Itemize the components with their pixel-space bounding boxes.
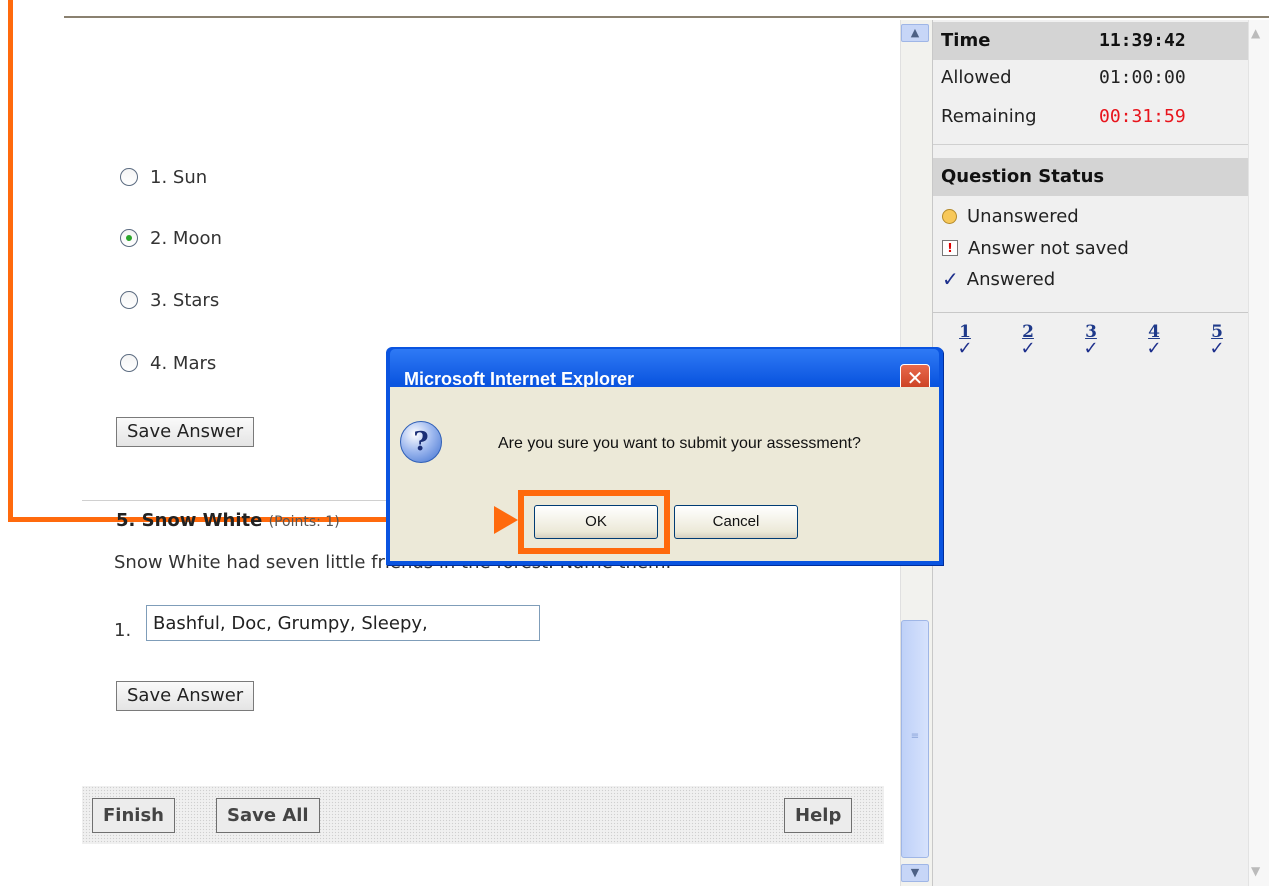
legend-unanswered: Unanswered: [942, 201, 1079, 231]
warning-icon: !: [942, 240, 958, 256]
allowed-time: 01:00:00: [1099, 67, 1186, 88]
annotation-arrowhead: [494, 506, 518, 534]
answer-option[interactable]: 2. Moon: [120, 225, 222, 251]
question-icon: ?: [400, 421, 442, 463]
status-header: Question Status: [933, 158, 1249, 196]
checkmark-icon: ✓: [957, 338, 973, 359]
cancel-button[interactable]: Cancel: [674, 505, 798, 539]
option-label: Sun: [172, 166, 208, 188]
dialog-message: Are you sure you want to submit your ass…: [498, 435, 861, 452]
panel-divider: [933, 312, 1249, 313]
annotation-highlight-box: [518, 490, 670, 554]
panel-scrollbar[interactable]: [1248, 20, 1269, 886]
checkmark-icon: ✓: [1020, 338, 1036, 359]
checkmark-icon: ✓: [1209, 338, 1225, 359]
panel-divider: [933, 144, 1249, 145]
finish-button[interactable]: Finish: [92, 798, 175, 833]
save-all-button[interactable]: Save All: [216, 798, 320, 833]
question-link[interactable]: 1 ✓: [950, 322, 980, 359]
radio-button[interactable]: [120, 168, 138, 186]
option-label: Stars: [172, 289, 220, 311]
allowed-label: Allowed: [941, 67, 1012, 88]
question-title: 5. Snow White (Points: 1): [116, 510, 340, 531]
answer-option[interactable]: 4. Mars: [120, 350, 216, 376]
help-button[interactable]: Help: [784, 798, 853, 833]
option-label: Mars: [172, 352, 217, 374]
grip-icon: ≡: [910, 731, 920, 742]
scroll-down-icon[interactable]: ▼: [901, 864, 929, 882]
save-answer-button[interactable]: Save Answer: [116, 417, 255, 447]
question-points: (Points: 1): [268, 514, 340, 530]
question-link[interactable]: 3 ✓: [1076, 322, 1106, 359]
panel-scroll-down-icon[interactable]: ▼: [1251, 864, 1260, 878]
save-answer-button[interactable]: Save Answer: [116, 681, 255, 711]
scroll-up-icon[interactable]: ▲: [901, 24, 929, 42]
option-label: Moon: [172, 227, 222, 249]
answer-option[interactable]: 1. Sun: [120, 164, 207, 190]
question-link[interactable]: 5 ✓: [1202, 322, 1232, 359]
radio-button[interactable]: [120, 291, 138, 309]
question-link[interactable]: 4 ✓: [1139, 322, 1169, 359]
current-time: 11:39:42: [1099, 30, 1186, 51]
radio-button[interactable]: [120, 354, 138, 372]
status-panel: Time 11:39:42 Allowed 01:00:00 Remaining…: [932, 20, 1249, 886]
panel-scroll-up-icon[interactable]: ▲: [1251, 26, 1260, 40]
remaining-label: Remaining: [941, 106, 1037, 127]
answer-option[interactable]: 3. Stars: [120, 287, 219, 313]
remaining-time: 00:31:59: [1099, 106, 1186, 127]
footer-bar: [82, 786, 884, 844]
question-link[interactable]: 2 ✓: [1013, 322, 1043, 359]
top-divider: [64, 16, 1269, 18]
checkmark-icon: ✓: [942, 267, 959, 291]
timer-header: Time 11:39:42: [933, 22, 1249, 60]
annotation-line-vertical: [8, 0, 13, 522]
radio-button-selected[interactable]: [120, 229, 138, 247]
checkmark-icon: ✓: [1083, 338, 1099, 359]
legend-not-saved: ! Answer not saved: [942, 233, 1129, 263]
blank-number: 1.: [114, 620, 132, 641]
answer-text-field[interactable]: [146, 605, 540, 641]
legend-answered: ✓ Answered: [942, 267, 1056, 291]
unanswered-icon: [942, 208, 957, 224]
checkmark-icon: ✓: [1146, 338, 1162, 359]
